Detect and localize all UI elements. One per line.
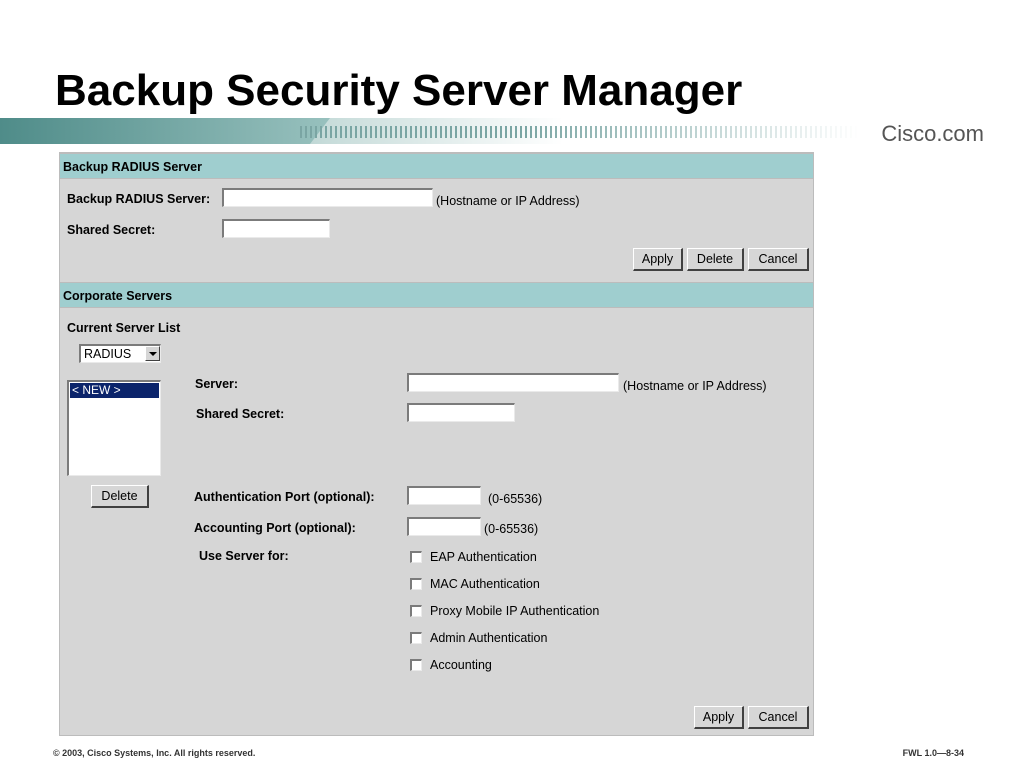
backup-cancel-button[interactable]: Cancel: [748, 248, 809, 271]
proxy-mobile-ip-label: Proxy Mobile IP Authentication: [430, 604, 600, 618]
server-manager-form: Backup RADIUS Server Backup RADIUS Serve…: [59, 152, 814, 736]
accounting-checkbox[interactable]: [410, 659, 422, 671]
server-hint: (Hostname or IP Address): [623, 379, 767, 393]
current-server-list-label: Current Server List: [67, 321, 181, 335]
proxy-mobile-ip-checkbox[interactable]: [410, 605, 422, 617]
mac-auth-checkbox[interactable]: [410, 578, 422, 590]
backup-radius-section-header: Backup RADIUS Server: [60, 153, 813, 179]
admin-auth-label: Admin Authentication: [430, 631, 548, 645]
accounting-label: Accounting: [430, 658, 492, 672]
shared-secret-label: Shared Secret:: [196, 407, 285, 421]
eap-auth-checkbox[interactable]: [410, 551, 422, 563]
server-list-box[interactable]: < NEW >: [67, 380, 161, 476]
server-list-item[interactable]: < NEW >: [70, 383, 159, 398]
mac-auth-label: MAC Authentication: [430, 577, 540, 591]
server-label: Server:: [195, 377, 239, 391]
backup-server-label: Backup RADIUS Server:: [67, 192, 211, 206]
server-type-value: RADIUS: [84, 347, 132, 361]
shared-secret-input[interactable]: [407, 403, 515, 422]
header-banner: [0, 118, 1024, 144]
server-type-select[interactable]: RADIUS: [79, 344, 161, 363]
eap-auth-label: EAP Authentication: [430, 550, 537, 564]
acct-port-input[interactable]: [407, 517, 481, 536]
backup-apply-button[interactable]: Apply: [633, 248, 683, 271]
server-input[interactable]: [407, 373, 619, 392]
backup-server-input[interactable]: [222, 188, 433, 207]
copyright-footer: © 2003, Cisco Systems, Inc. All rights r…: [53, 748, 256, 758]
corporate-apply-button[interactable]: Apply: [694, 706, 744, 729]
backup-server-hint: (Hostname or IP Address): [436, 194, 580, 208]
backup-secret-input[interactable]: [222, 219, 330, 238]
auth-port-hint: (0-65536): [488, 492, 543, 506]
use-server-for-label: Use Server for:: [199, 549, 289, 563]
auth-port-input[interactable]: [407, 486, 481, 505]
slide-number-footer: FWL 1.0—8-34: [902, 748, 964, 758]
chevron-down-icon[interactable]: [145, 346, 160, 361]
acct-port-label: Accounting Port (optional):: [194, 521, 356, 535]
cisco-logo: Cisco.com: [881, 121, 984, 146]
corporate-cancel-button[interactable]: Cancel: [748, 706, 809, 729]
backup-secret-label: Shared Secret:: [67, 223, 156, 237]
admin-auth-checkbox[interactable]: [410, 632, 422, 644]
backup-delete-button[interactable]: Delete: [687, 248, 744, 271]
auth-port-label: Authentication Port (optional):: [194, 490, 375, 504]
acct-port-hint: (0-65536): [484, 522, 539, 536]
slide-title: Backup Security Server Manager: [55, 66, 743, 115]
server-list-delete-button[interactable]: Delete: [91, 485, 149, 508]
corporate-servers-section-header: Corporate Servers: [60, 282, 813, 308]
